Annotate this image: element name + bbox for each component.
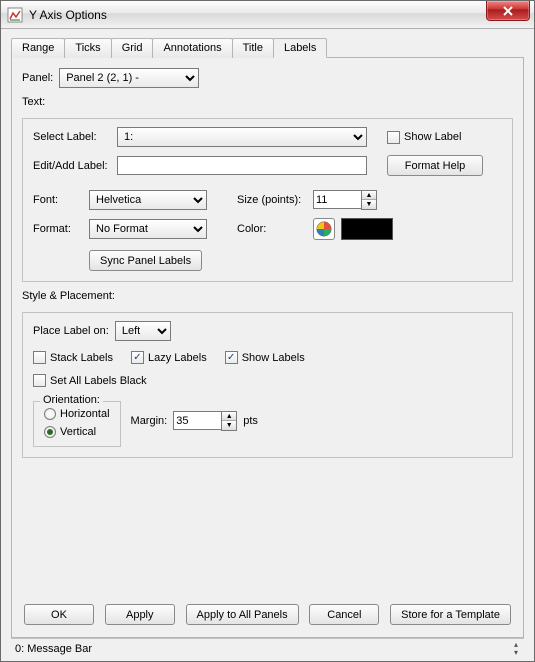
spin-up-icon[interactable]: ▲ bbox=[362, 191, 376, 200]
margin-unit: pts bbox=[243, 415, 258, 427]
format-help-button[interactable]: Format Help bbox=[387, 155, 483, 176]
margin-row: Margin: ▲ ▼ pts bbox=[131, 411, 258, 431]
dialog-buttons: OK Apply Apply to All Panels Cancel Stor… bbox=[22, 598, 513, 631]
tab-labels[interactable]: Labels bbox=[273, 38, 327, 58]
tab-annotations[interactable]: Annotations bbox=[152, 38, 232, 58]
font-label: Font: bbox=[33, 194, 83, 206]
checkbox-icon: ✓ bbox=[131, 351, 144, 364]
size-input[interactable] bbox=[313, 190, 361, 209]
show-label-text: Show Label bbox=[404, 131, 462, 143]
size-label: Size (points): bbox=[237, 194, 307, 206]
orientation-group: Orientation: Horizontal Vertical bbox=[33, 401, 121, 447]
text-legend: Text: bbox=[22, 96, 513, 108]
select-label-dropdown[interactable]: 1: bbox=[117, 127, 367, 147]
ok-button[interactable]: OK bbox=[24, 604, 94, 625]
select-label-label: Select Label: bbox=[33, 131, 111, 143]
orientation-vertical-radio[interactable]: Vertical bbox=[44, 426, 110, 438]
show-labels-text: Show Labels bbox=[242, 352, 305, 364]
panel-label: Panel: bbox=[22, 72, 53, 84]
margin-spinner[interactable]: ▲ ▼ bbox=[173, 411, 237, 431]
set-black-text: Set All Labels Black bbox=[50, 375, 147, 387]
store-template-button[interactable]: Store for a Template bbox=[390, 604, 511, 625]
app-icon bbox=[7, 7, 23, 23]
checkbox-icon: ✓ bbox=[225, 351, 238, 364]
tab-grid[interactable]: Grid bbox=[111, 38, 154, 58]
tab-ticks[interactable]: Ticks bbox=[64, 38, 111, 58]
orientation-horizontal-text: Horizontal bbox=[60, 408, 110, 420]
spin-down-icon[interactable]: ▼ bbox=[222, 421, 236, 430]
scroll-down-icon[interactable]: ▾ bbox=[514, 649, 518, 657]
tab-strip: Range Ticks Grid Annotations Title Label… bbox=[11, 37, 524, 58]
tab-body: Panel: Panel 2 (2, 1) - Text: Select Lab… bbox=[11, 58, 524, 638]
apply-button[interactable]: Apply bbox=[105, 604, 175, 625]
radio-icon bbox=[44, 408, 56, 420]
format-label: Format: bbox=[33, 223, 83, 235]
font-size-row: Font: Helvetica Size (points): ▲ ▼ bbox=[33, 190, 502, 210]
tab-range[interactable]: Range bbox=[11, 38, 65, 58]
style-legend: Style & Placement: bbox=[22, 290, 513, 302]
text-group: Select Label: 1: Show Label Edit/Add Lab… bbox=[22, 118, 513, 282]
color-picker-button[interactable] bbox=[313, 218, 335, 240]
apply-all-button[interactable]: Apply to All Panels bbox=[186, 604, 299, 625]
message-scroll-arrows[interactable]: ▴ ▾ bbox=[514, 641, 520, 657]
orientation-legend: Orientation: bbox=[40, 394, 103, 406]
style-group: Place Label on: Left Stack Labels ✓ Lazy… bbox=[22, 312, 513, 458]
size-spinner[interactable]: ▲ ▼ bbox=[313, 190, 377, 210]
label-flags-row: Stack Labels ✓ Lazy Labels ✓ Show Labels bbox=[33, 351, 502, 364]
panel-row: Panel: Panel 2 (2, 1) - bbox=[22, 68, 513, 88]
margin-label: Margin: bbox=[131, 415, 168, 427]
stack-labels-text: Stack Labels bbox=[50, 352, 113, 364]
sync-row: Sync Panel Labels bbox=[33, 250, 502, 271]
checkbox-icon bbox=[33, 374, 46, 387]
color-label: Color: bbox=[237, 223, 307, 235]
edit-label-row: Edit/Add Label: Format Help bbox=[33, 155, 502, 176]
tab-title[interactable]: Title bbox=[232, 38, 274, 58]
dialog-window: Y Axis Options Range Ticks Grid Annotati… bbox=[0, 0, 535, 662]
margin-spin-buttons[interactable]: ▲ ▼ bbox=[221, 411, 237, 431]
titlebar: Y Axis Options bbox=[1, 1, 534, 29]
panel-select[interactable]: Panel 2 (2, 1) - bbox=[59, 68, 199, 88]
close-icon bbox=[502, 6, 514, 16]
set-black-row: Set All Labels Black bbox=[33, 374, 502, 387]
format-select[interactable]: No Format bbox=[89, 219, 207, 239]
spin-down-icon[interactable]: ▼ bbox=[362, 200, 376, 209]
client-area: Range Ticks Grid Annotations Title Label… bbox=[1, 29, 534, 661]
cancel-button[interactable]: Cancel bbox=[309, 604, 379, 625]
lazy-labels-text: Lazy Labels bbox=[148, 352, 207, 364]
font-select[interactable]: Helvetica bbox=[89, 190, 207, 210]
checkbox-icon bbox=[387, 131, 400, 144]
message-bar-text: 0: Message Bar bbox=[15, 643, 92, 655]
color-wheel-icon bbox=[316, 221, 332, 237]
show-labels-checkbox[interactable]: ✓ Show Labels bbox=[225, 351, 305, 364]
lazy-labels-checkbox[interactable]: ✓ Lazy Labels bbox=[131, 351, 207, 364]
message-bar: 0: Message Bar ▴ ▾ bbox=[11, 638, 524, 657]
orientation-vertical-text: Vertical bbox=[60, 426, 96, 438]
color-swatch[interactable] bbox=[341, 218, 393, 240]
size-spin-buttons[interactable]: ▲ ▼ bbox=[361, 190, 377, 210]
edit-label-label: Edit/Add Label: bbox=[33, 160, 111, 172]
orientation-margin-row: Orientation: Horizontal Vertical Margin: bbox=[33, 395, 502, 447]
sync-panel-labels-button[interactable]: Sync Panel Labels bbox=[89, 250, 202, 271]
place-label-row: Place Label on: Left bbox=[33, 321, 502, 341]
format-color-row: Format: No Format Color: bbox=[33, 218, 502, 240]
set-black-checkbox[interactable]: Set All Labels Black bbox=[33, 374, 147, 387]
window-title: Y Axis Options bbox=[29, 8, 107, 22]
place-label-select[interactable]: Left bbox=[115, 321, 171, 341]
spin-up-icon[interactable]: ▲ bbox=[222, 412, 236, 421]
stack-labels-checkbox[interactable]: Stack Labels bbox=[33, 351, 113, 364]
place-label-label: Place Label on: bbox=[33, 325, 109, 337]
close-button[interactable] bbox=[486, 1, 530, 21]
edit-label-input[interactable] bbox=[117, 156, 367, 175]
show-label-checkbox[interactable]: Show Label bbox=[387, 131, 462, 144]
select-label-row: Select Label: 1: Show Label bbox=[33, 127, 502, 147]
orientation-horizontal-radio[interactable]: Horizontal bbox=[44, 408, 110, 420]
checkbox-icon bbox=[33, 351, 46, 364]
radio-icon bbox=[44, 426, 56, 438]
margin-input[interactable] bbox=[173, 411, 221, 430]
